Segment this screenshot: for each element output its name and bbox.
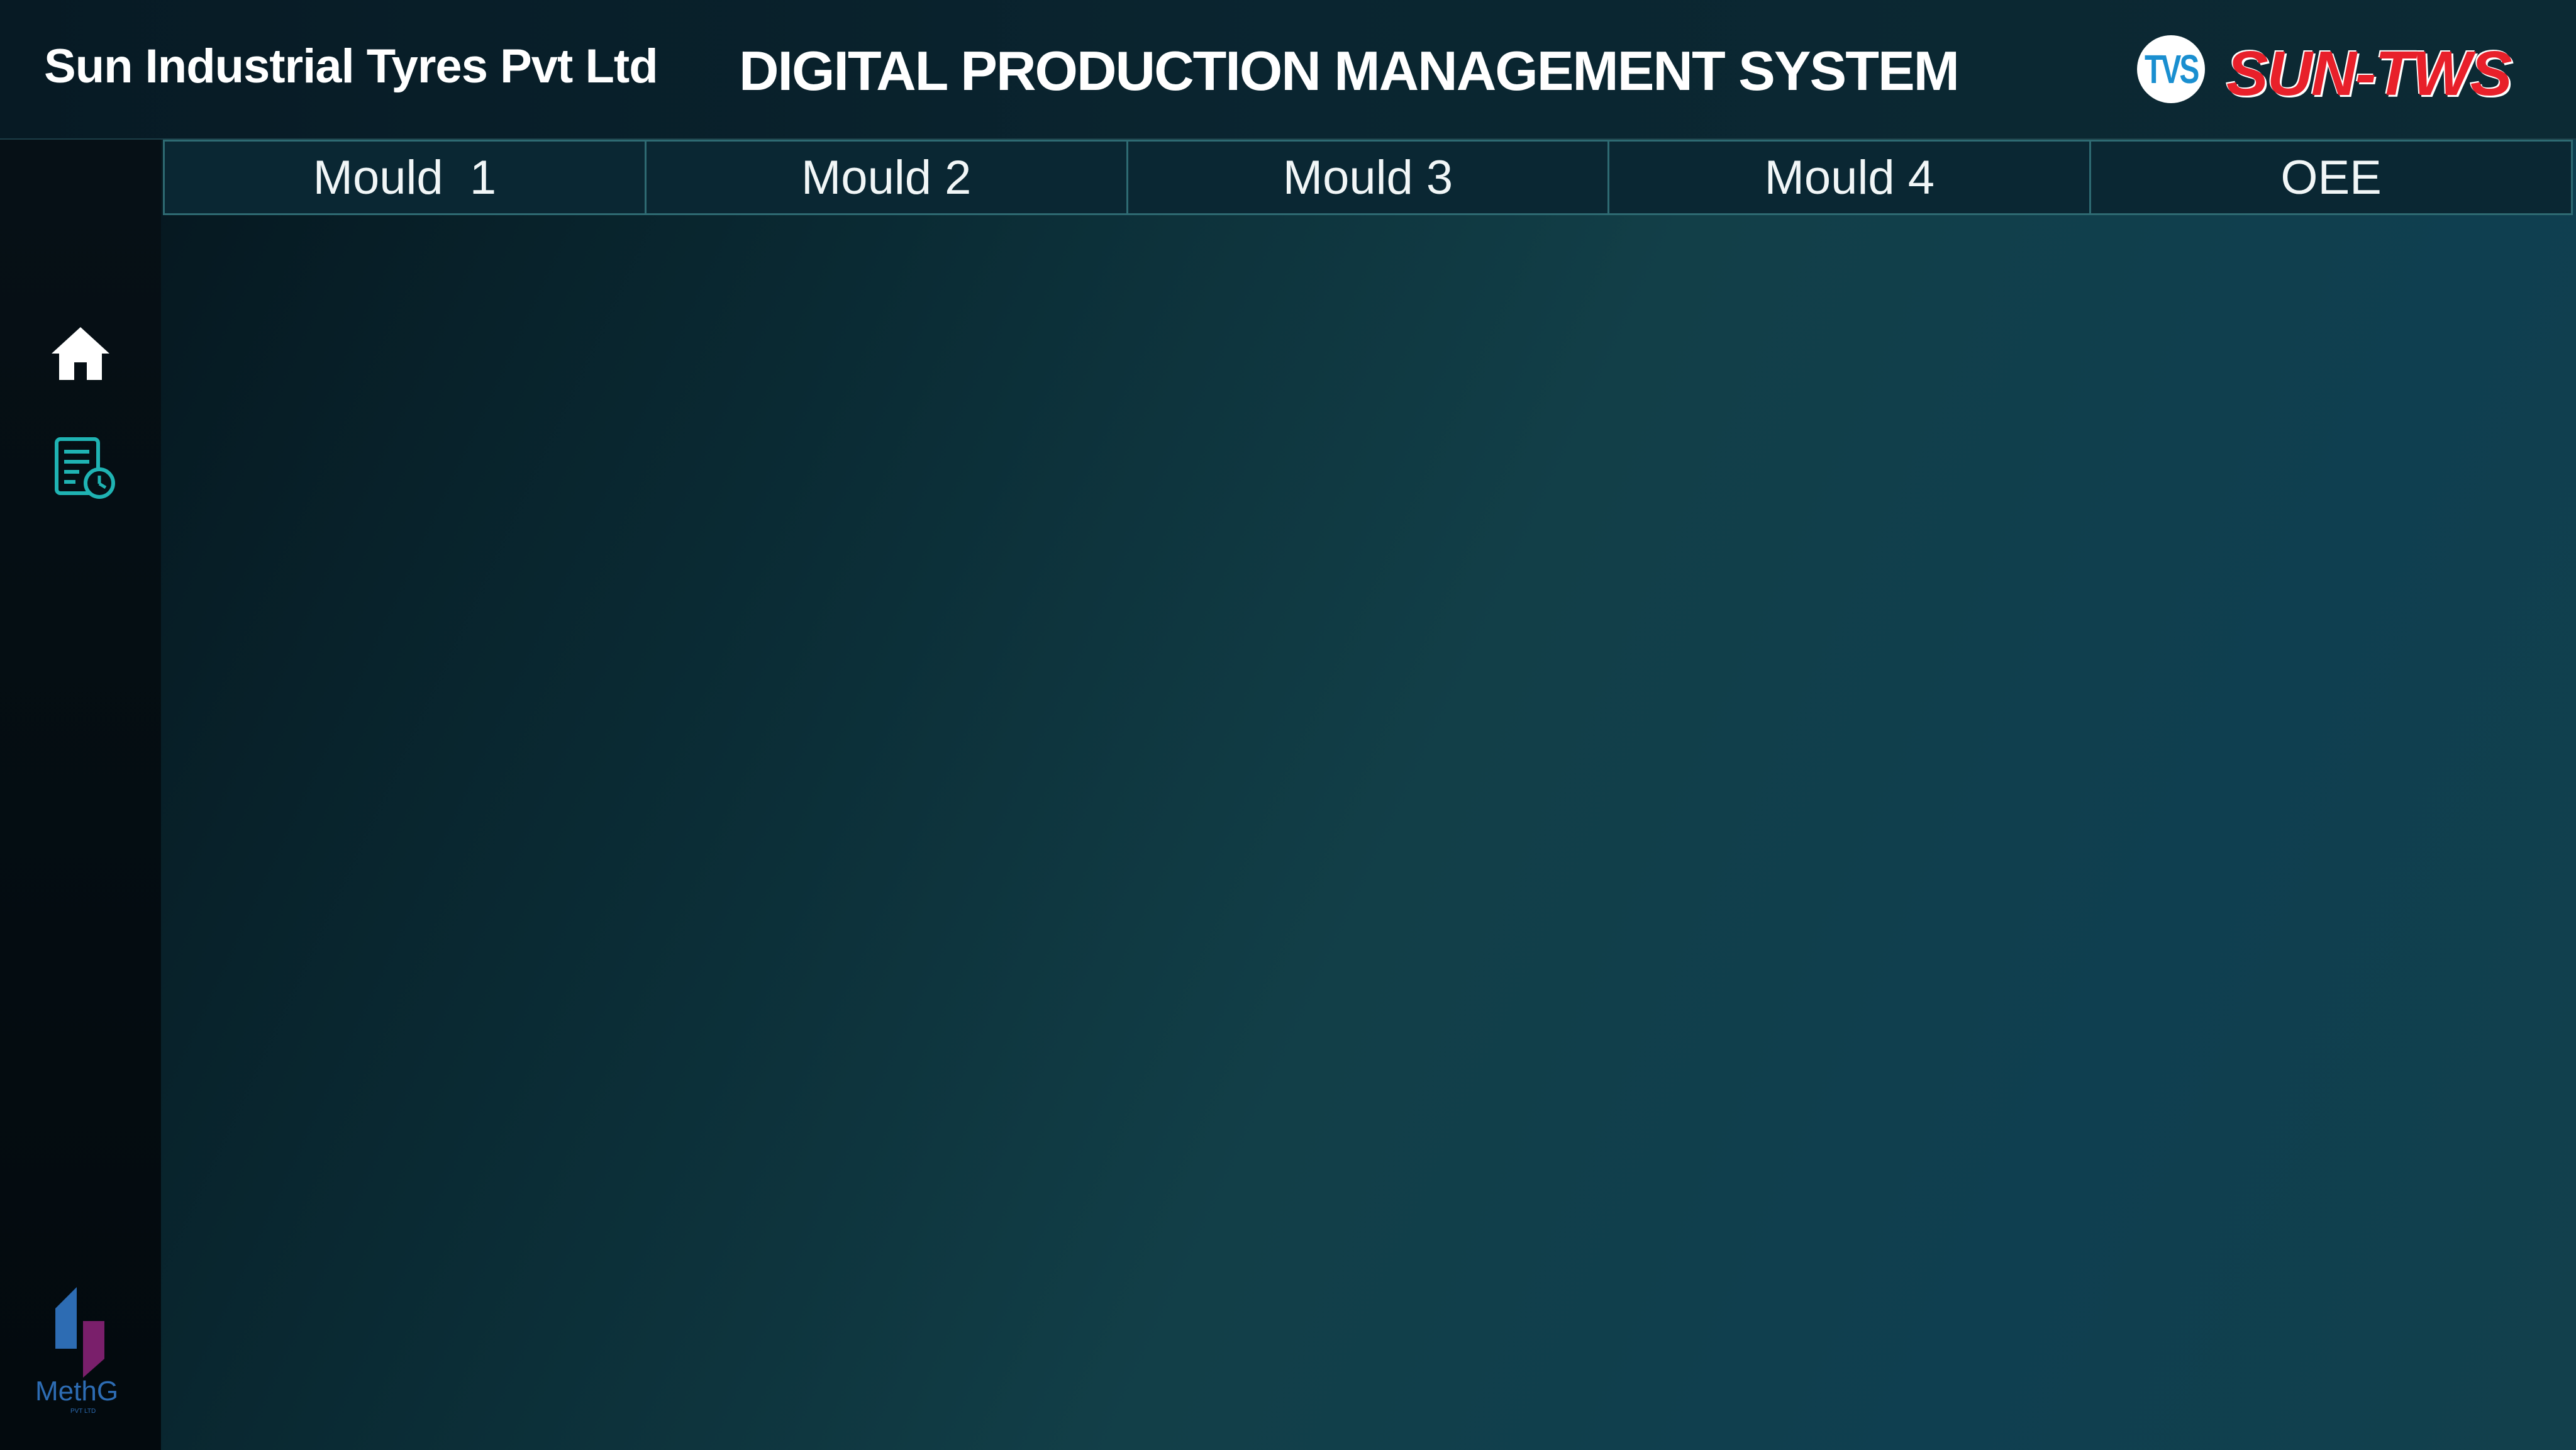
system-title: DIGITAL PRODUCTION MANAGEMENT SYSTEM — [739, 40, 1960, 102]
tab-mould-4[interactable]: Mould 4 — [1609, 142, 2092, 213]
sidebar: MethG PVT LTD — [0, 140, 161, 1450]
tab-oee[interactable]: OEE — [2091, 142, 2571, 213]
home-icon[interactable] — [49, 322, 112, 385]
tvs-logo: TVS — [2137, 35, 2205, 103]
methg-logo-subtext: PVT LTD — [70, 1408, 96, 1415]
methg-logo-text: MethG — [35, 1376, 119, 1407]
header-bar: Sun Industrial Tyres Pvt Ltd DIGITAL PRO… — [0, 0, 2576, 140]
brand-logo: SUN-TWS — [2226, 38, 2512, 109]
company-name: Sun Industrial Tyres Pvt Ltd — [44, 40, 658, 93]
tab-mould-2[interactable]: Mould 2 — [647, 142, 1128, 213]
mould-tabs: Mould 1 Mould 2 Mould 3 Mould 4 OEE — [163, 140, 2573, 215]
tab-mould-3[interactable]: Mould 3 — [1128, 142, 1610, 213]
main-content-area — [163, 217, 2573, 1450]
tab-mould-1[interactable]: Mould 1 — [165, 142, 647, 213]
app-window: Sun Industrial Tyres Pvt Ltd DIGITAL PRO… — [0, 0, 2576, 1450]
tvs-logo-text: TVS — [2144, 47, 2199, 92]
report-clock-icon[interactable] — [53, 435, 118, 501]
methg-logo — [55, 1287, 104, 1378]
